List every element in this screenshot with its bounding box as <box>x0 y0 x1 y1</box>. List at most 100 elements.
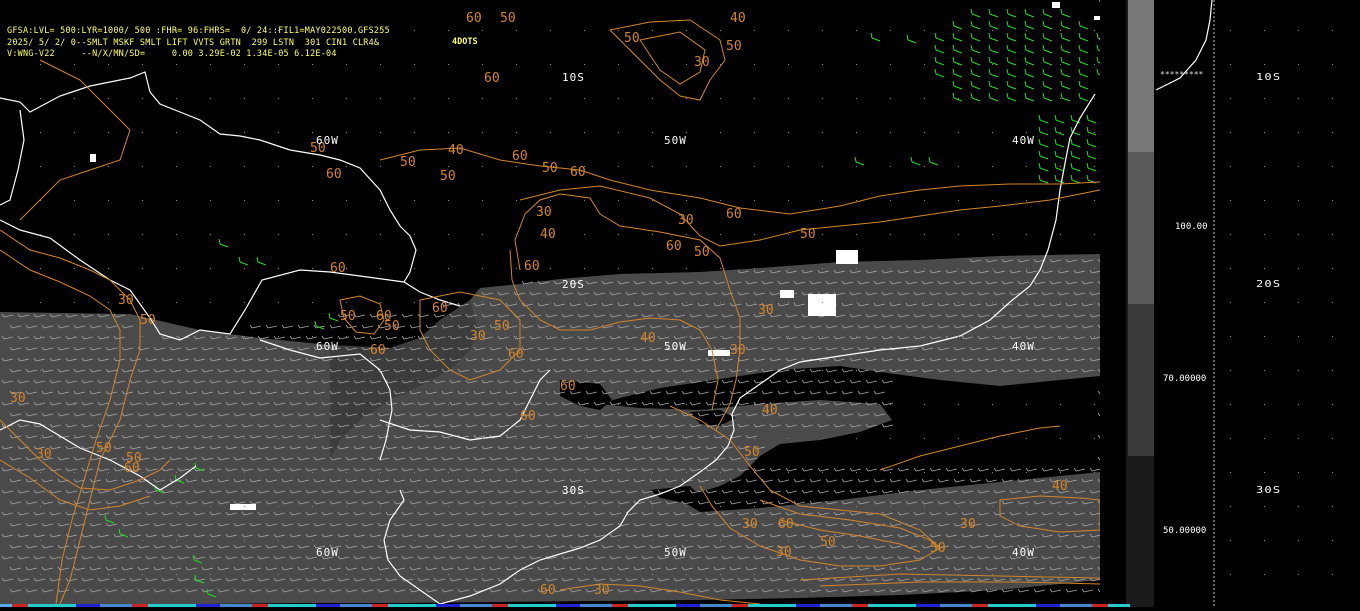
grid-dot <box>176 370 177 371</box>
contour-label: 50 <box>624 31 640 46</box>
wind-barb <box>273 335 286 340</box>
grid-dot <box>40 302 41 303</box>
grid-dot <box>414 234 415 235</box>
wind-barb-green <box>1038 162 1049 172</box>
grid-dot <box>686 98 687 99</box>
grid-dot <box>958 98 959 99</box>
grid-dot <box>1060 234 1061 235</box>
grid-dot <box>40 98 41 99</box>
contour-label: 60 <box>726 207 742 222</box>
grid-dot <box>176 472 177 473</box>
grid-dot <box>108 506 109 507</box>
grid-dot <box>516 404 517 405</box>
grid-dot <box>312 404 313 405</box>
wind-barb-green <box>328 312 339 322</box>
side-lat-label-20s: 20S <box>1256 279 1282 290</box>
wind-barb <box>801 379 814 384</box>
wind-barb-green <box>952 68 963 78</box>
grid-dot <box>1060 200 1061 201</box>
wind-barb <box>1033 588 1046 593</box>
grid-dot <box>856 574 857 575</box>
wind-barb-green <box>256 256 267 266</box>
wind-barb <box>825 390 838 395</box>
grid-dot <box>992 574 993 575</box>
grid-dot <box>822 370 823 371</box>
grid-dot <box>516 98 517 99</box>
grid-dot <box>550 370 551 371</box>
grid-dot <box>176 132 177 133</box>
contour-label: 30 <box>10 391 26 406</box>
wind-barb-green <box>1060 32 1071 42</box>
grid-dot <box>788 438 789 439</box>
grid-dot <box>414 302 415 303</box>
grid-dot <box>1298 404 1299 405</box>
wind-barb-green <box>870 32 881 42</box>
grid-dot <box>550 472 551 473</box>
grid-dot <box>210 506 211 507</box>
wind-barb-green <box>1078 20 1089 30</box>
grid-dot <box>176 574 177 575</box>
grid-dot <box>856 540 857 541</box>
grid-dot <box>1230 132 1231 133</box>
wind-barb <box>809 390 822 395</box>
grid-dot <box>550 302 551 303</box>
grid-dot <box>1230 336 1231 337</box>
grid-dot <box>516 132 517 133</box>
wind-barb <box>713 500 726 505</box>
grid-dot <box>312 234 313 235</box>
grid-dot <box>788 506 789 507</box>
wind-barb <box>737 401 750 406</box>
grid-dot <box>618 336 619 337</box>
wind-barb-green <box>934 56 945 66</box>
grid-dot <box>1332 166 1333 167</box>
grid-dot <box>992 506 993 507</box>
grid-dot <box>74 234 75 235</box>
grid-dot <box>958 132 959 133</box>
grid-dot <box>720 200 721 201</box>
grid-dot <box>652 438 653 439</box>
grid-dot <box>346 302 347 303</box>
wind-barb-green <box>1086 126 1097 136</box>
wind-barb-green <box>1054 162 1065 172</box>
grid-dot <box>686 30 687 31</box>
island <box>708 350 730 356</box>
wind-barb-green <box>934 44 945 54</box>
contour-label: 40 <box>1052 479 1068 494</box>
grid-dot <box>754 166 755 167</box>
wind-barb <box>649 390 662 395</box>
grid-dot <box>856 132 857 133</box>
wind-barb-green <box>1086 114 1097 124</box>
grid-dot <box>1230 234 1231 235</box>
grid-dot <box>618 98 619 99</box>
lon-label-50w: 50W <box>664 546 687 559</box>
wind-barb <box>857 390 870 395</box>
grid-dot <box>652 98 653 99</box>
contour-line <box>879 425 1061 471</box>
grid-dot <box>1230 98 1231 99</box>
grid-dot <box>278 132 279 133</box>
grid-dot <box>1264 540 1265 541</box>
grid-dot <box>278 438 279 439</box>
grid-dot <box>924 268 925 269</box>
wind-barb-green <box>928 156 939 166</box>
grid-dot <box>482 472 483 473</box>
grid-dot <box>74 98 75 99</box>
grid-dot <box>1060 540 1061 541</box>
grid-dot <box>1026 166 1027 167</box>
wind-barb-green <box>988 44 999 54</box>
contour-label: 50 <box>96 441 112 456</box>
grid-dot <box>346 268 347 269</box>
grid-dot <box>890 370 891 371</box>
grid-dot <box>992 268 993 269</box>
grid-dot <box>618 404 619 405</box>
contour-label: 50 <box>384 319 400 334</box>
grid-dot <box>924 64 925 65</box>
grid-dot <box>618 234 619 235</box>
grid-dot <box>516 438 517 439</box>
wind-barb <box>361 324 374 329</box>
grid-dot <box>1298 438 1299 439</box>
grid-dot <box>618 574 619 575</box>
grid-dot <box>244 166 245 167</box>
grid-dot <box>924 200 925 201</box>
grid-dot <box>448 438 449 439</box>
